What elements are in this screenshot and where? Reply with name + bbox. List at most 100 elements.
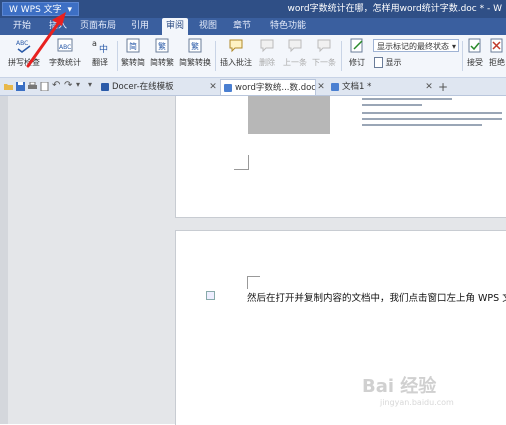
text-line [362, 124, 482, 126]
tab-doc1[interactable]: 文档1 * [328, 79, 424, 95]
redo-icon[interactable]: ↷ [64, 80, 73, 91]
text-line [362, 118, 502, 120]
simp-to-trad-label: 简转繁 [150, 58, 174, 67]
text-line [362, 112, 502, 114]
svg-text:ABC: ABC [16, 40, 28, 47]
translate-button[interactable]: a中 翻译 [86, 37, 114, 75]
embedded-screenshot [248, 96, 330, 134]
simp-to-trad-icon: 繁 [155, 38, 169, 53]
word-count-label: 字数统计 [49, 58, 81, 67]
ribbon-separator [215, 41, 216, 71]
page-corner-mark [247, 276, 260, 289]
trad-to-simp-label: 繁转简 [121, 58, 145, 67]
tab-doc1-label: 文档1 * [342, 82, 372, 92]
save-icon[interactable] [16, 82, 25, 91]
quick-access-more-icon[interactable]: ▾ [76, 80, 85, 89]
tab-doc1-close-icon[interactable]: ✕ [424, 79, 434, 95]
undo-icon[interactable]: ↶ [52, 80, 61, 91]
insert-comment-label: 插入批注 [220, 58, 252, 67]
text-line [362, 98, 452, 100]
title-bar: W WPS 文字 ▾ word字数统计在哪，怎样用word统计字数.doc * … [0, 0, 506, 18]
print-icon[interactable] [28, 82, 37, 91]
delete-label: 删除 [259, 58, 275, 67]
window-title: word字数统计在哪，怎样用word统计字数.doc * - W [287, 4, 502, 14]
document-page-previous[interactable] [175, 96, 506, 218]
markup-state-dropdown[interactable]: 显示标记的最终状态 ▾ [373, 39, 459, 52]
menu-page-layout[interactable]: 页面布局 [78, 18, 118, 35]
menu-insert[interactable]: 插入 [44, 18, 72, 35]
word-count-icon: ABC [57, 38, 73, 52]
show-button[interactable]: 显示 [374, 57, 414, 73]
tab-docer-templates[interactable]: Docer-在线模板 [98, 79, 208, 95]
show-label: 显示 [385, 58, 402, 67]
spell-check-icon: ABC [16, 40, 31, 53]
tab-docer-close-icon[interactable]: ✕ [208, 79, 218, 95]
next-label: 下一条 [312, 58, 336, 67]
next-comment-button[interactable]: 下一条 [311, 37, 337, 75]
text-line [362, 104, 422, 106]
new-tab-button[interactable]: + [438, 79, 448, 95]
prev-comment-icon [288, 39, 302, 53]
menu-bar: 开始 插入 页面布局 引用 审阅 视图 章节 特色功能 [0, 18, 506, 35]
menu-references[interactable]: 引用 [128, 18, 152, 35]
next-comment-icon [317, 39, 331, 53]
docer-icon [101, 83, 109, 91]
reject-button[interactable]: 拒绝 [488, 37, 506, 75]
paragraph-handle-icon[interactable] [206, 291, 215, 300]
svg-text:中: 中 [99, 43, 108, 55]
reject-label: 拒绝 [489, 58, 505, 67]
simp-to-trad-button[interactable]: 繁 简转繁 [149, 37, 175, 75]
document-page-current[interactable] [175, 230, 506, 425]
word-count-button[interactable]: ABC 字数统计 [48, 37, 82, 75]
translate-icon: a中 [92, 39, 108, 55]
prev-comment-button[interactable]: 上一条 [282, 37, 308, 75]
open-folder-icon[interactable] [4, 82, 13, 91]
trad-simp-convert-label: 简繁转换 [179, 58, 211, 67]
tab-docer-label: Docer-在线模板 [112, 82, 174, 92]
trad-simp-convert-button[interactable]: 繁 简繁转换 [178, 37, 212, 75]
wps-app-menu-button[interactable]: W WPS 文字 ▾ [2, 2, 80, 16]
delete-comment-button[interactable]: 删除 [256, 37, 278, 75]
watermark: Bai 经验 [362, 376, 437, 397]
doc-file-icon [331, 83, 339, 91]
trad-to-simp-icon: 简 [126, 38, 140, 53]
menu-chapter[interactable]: 章节 [230, 18, 254, 35]
menu-special[interactable]: 特色功能 [266, 18, 310, 35]
ribbon-separator [462, 41, 463, 71]
translate-label: 翻译 [92, 58, 108, 67]
print-preview-icon[interactable] [40, 82, 49, 91]
revise-icon [350, 38, 363, 53]
accept-button[interactable]: 接受 [464, 37, 486, 75]
chevron-down-icon[interactable]: ▾ [88, 80, 97, 89]
prev-label: 上一条 [283, 58, 307, 67]
tab-word-doc-close-icon[interactable]: ✕ [316, 79, 326, 95]
markup-state-value: 显示标记的最终状态 [377, 42, 449, 51]
ribbon-separator [117, 41, 118, 71]
svg-text:繁: 繁 [158, 41, 166, 51]
document-paragraph[interactable]: 然后在打开并复制内容的文档中，我们点击窗口左上角 WPS 文字后 [247, 290, 506, 304]
chevron-down-icon: ▾ [67, 5, 73, 15]
menu-review[interactable]: 审阅 [162, 18, 188, 35]
menu-home[interactable]: 开始 [8, 18, 36, 35]
review-ribbon: ABC 拼写检查 ABC 字数统计 a中 翻译 简 繁转简 繁 简转繁 繁 简繁… [0, 35, 506, 78]
trad-to-simp-button[interactable]: 简 繁转简 [120, 37, 146, 75]
svg-text:繁: 繁 [191, 41, 199, 51]
tab-word-doc[interactable]: word字数统...数.doc * [220, 79, 316, 95]
svg-text:简: 简 [129, 41, 137, 51]
revise-button[interactable]: 修订 [344, 37, 370, 75]
page-corner-mark [234, 155, 249, 170]
menu-view[interactable]: 视图 [196, 18, 220, 35]
insert-comment-button[interactable]: 插入批注 [218, 37, 254, 75]
accept-icon [468, 38, 481, 53]
revise-label: 修订 [349, 58, 365, 67]
trad-simp-convert-icon: 繁 [188, 38, 202, 53]
accept-label: 接受 [467, 58, 483, 67]
svg-text:ABC: ABC [59, 44, 71, 51]
spell-check-button[interactable]: ABC 拼写检查 [6, 37, 42, 75]
watermark-url: jingyan.baidu.com [380, 398, 454, 407]
doc-file-icon [224, 84, 232, 92]
comment-icon [229, 39, 243, 53]
spell-check-label: 拼写检查 [8, 58, 40, 67]
delete-comment-icon [260, 39, 274, 53]
tab-word-doc-label: word字数统...数.doc * [235, 83, 316, 93]
